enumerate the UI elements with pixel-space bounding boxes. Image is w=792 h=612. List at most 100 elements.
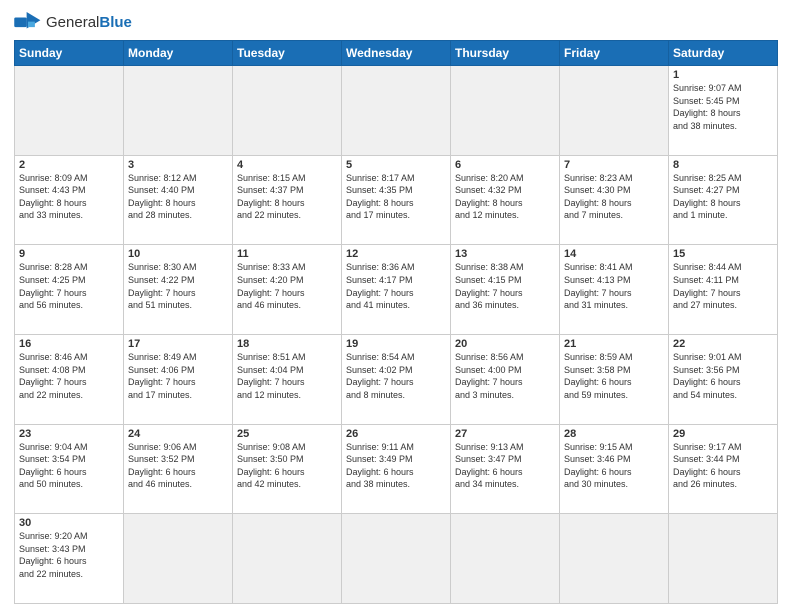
day-info: Sunrise: 9:07 AM Sunset: 5:45 PM Dayligh… <box>673 82 773 132</box>
day-info: Sunrise: 8:33 AM Sunset: 4:20 PM Dayligh… <box>237 261 337 311</box>
calendar-cell: 14Sunrise: 8:41 AM Sunset: 4:13 PM Dayli… <box>560 245 669 335</box>
day-info: Sunrise: 8:23 AM Sunset: 4:30 PM Dayligh… <box>564 172 664 222</box>
day-info: Sunrise: 8:54 AM Sunset: 4:02 PM Dayligh… <box>346 351 446 401</box>
day-info: Sunrise: 9:11 AM Sunset: 3:49 PM Dayligh… <box>346 441 446 491</box>
day-info: Sunrise: 8:12 AM Sunset: 4:40 PM Dayligh… <box>128 172 228 222</box>
day-number: 24 <box>128 428 228 440</box>
day-number: 25 <box>237 428 337 440</box>
day-number: 22 <box>673 338 773 350</box>
calendar-cell: 8Sunrise: 8:25 AM Sunset: 4:27 PM Daylig… <box>669 155 778 245</box>
day-number: 28 <box>564 428 664 440</box>
calendar-cell <box>15 66 124 156</box>
calendar-cell <box>669 514 778 604</box>
calendar-cell: 24Sunrise: 9:06 AM Sunset: 3:52 PM Dayli… <box>124 424 233 514</box>
day-number: 26 <box>346 428 446 440</box>
day-info: Sunrise: 9:06 AM Sunset: 3:52 PM Dayligh… <box>128 441 228 491</box>
day-number: 7 <box>564 159 664 171</box>
day-number: 16 <box>19 338 119 350</box>
day-info: Sunrise: 9:08 AM Sunset: 3:50 PM Dayligh… <box>237 441 337 491</box>
calendar-cell: 12Sunrise: 8:36 AM Sunset: 4:17 PM Dayli… <box>342 245 451 335</box>
calendar-week-row: 30Sunrise: 9:20 AM Sunset: 3:43 PM Dayli… <box>15 514 778 604</box>
logo-text: GeneralBlue <box>46 14 132 32</box>
calendar-cell: 5Sunrise: 8:17 AM Sunset: 4:35 PM Daylig… <box>342 155 451 245</box>
calendar-cell: 28Sunrise: 9:15 AM Sunset: 3:46 PM Dayli… <box>560 424 669 514</box>
calendar-cell: 23Sunrise: 9:04 AM Sunset: 3:54 PM Dayli… <box>15 424 124 514</box>
calendar-cell <box>124 514 233 604</box>
day-info: Sunrise: 8:44 AM Sunset: 4:11 PM Dayligh… <box>673 261 773 311</box>
calendar-cell: 6Sunrise: 8:20 AM Sunset: 4:32 PM Daylig… <box>451 155 560 245</box>
calendar-cell: 20Sunrise: 8:56 AM Sunset: 4:00 PM Dayli… <box>451 334 560 424</box>
day-number: 20 <box>455 338 555 350</box>
calendar-cell: 18Sunrise: 8:51 AM Sunset: 4:04 PM Dayli… <box>233 334 342 424</box>
calendar-cell <box>451 66 560 156</box>
logo: GeneralBlue <box>14 12 132 34</box>
calendar-cell: 22Sunrise: 9:01 AM Sunset: 3:56 PM Dayli… <box>669 334 778 424</box>
calendar-cell: 17Sunrise: 8:49 AM Sunset: 4:06 PM Dayli… <box>124 334 233 424</box>
day-info: Sunrise: 8:28 AM Sunset: 4:25 PM Dayligh… <box>19 261 119 311</box>
day-number: 17 <box>128 338 228 350</box>
day-info: Sunrise: 8:51 AM Sunset: 4:04 PM Dayligh… <box>237 351 337 401</box>
day-number: 6 <box>455 159 555 171</box>
calendar-cell <box>342 514 451 604</box>
day-info: Sunrise: 8:46 AM Sunset: 4:08 PM Dayligh… <box>19 351 119 401</box>
calendar-cell: 4Sunrise: 8:15 AM Sunset: 4:37 PM Daylig… <box>233 155 342 245</box>
day-number: 27 <box>455 428 555 440</box>
day-info: Sunrise: 8:15 AM Sunset: 4:37 PM Dayligh… <box>237 172 337 222</box>
weekday-header-friday: Friday <box>560 41 669 66</box>
day-number: 13 <box>455 248 555 260</box>
day-info: Sunrise: 8:38 AM Sunset: 4:15 PM Dayligh… <box>455 261 555 311</box>
day-info: Sunrise: 8:36 AM Sunset: 4:17 PM Dayligh… <box>346 261 446 311</box>
day-info: Sunrise: 9:13 AM Sunset: 3:47 PM Dayligh… <box>455 441 555 491</box>
day-info: Sunrise: 8:59 AM Sunset: 3:58 PM Dayligh… <box>564 351 664 401</box>
calendar-cell: 9Sunrise: 8:28 AM Sunset: 4:25 PM Daylig… <box>15 245 124 335</box>
day-number: 9 <box>19 248 119 260</box>
calendar-cell <box>560 66 669 156</box>
weekday-header-saturday: Saturday <box>669 41 778 66</box>
calendar-cell: 15Sunrise: 8:44 AM Sunset: 4:11 PM Dayli… <box>669 245 778 335</box>
calendar-cell: 7Sunrise: 8:23 AM Sunset: 4:30 PM Daylig… <box>560 155 669 245</box>
day-number: 14 <box>564 248 664 260</box>
day-info: Sunrise: 9:15 AM Sunset: 3:46 PM Dayligh… <box>564 441 664 491</box>
calendar-cell <box>451 514 560 604</box>
day-number: 29 <box>673 428 773 440</box>
calendar-week-row: 9Sunrise: 8:28 AM Sunset: 4:25 PM Daylig… <box>15 245 778 335</box>
day-number: 5 <box>346 159 446 171</box>
calendar-cell <box>342 66 451 156</box>
calendar-week-row: 16Sunrise: 8:46 AM Sunset: 4:08 PM Dayli… <box>15 334 778 424</box>
calendar-cell <box>124 66 233 156</box>
day-number: 11 <box>237 248 337 260</box>
page: GeneralBlue SundayMondayTuesdayWednesday… <box>0 0 792 612</box>
day-info: Sunrise: 8:49 AM Sunset: 4:06 PM Dayligh… <box>128 351 228 401</box>
calendar-cell: 19Sunrise: 8:54 AM Sunset: 4:02 PM Dayli… <box>342 334 451 424</box>
day-info: Sunrise: 9:17 AM Sunset: 3:44 PM Dayligh… <box>673 441 773 491</box>
calendar-cell: 13Sunrise: 8:38 AM Sunset: 4:15 PM Dayli… <box>451 245 560 335</box>
day-number: 4 <box>237 159 337 171</box>
weekday-header-sunday: Sunday <box>15 41 124 66</box>
weekday-header-tuesday: Tuesday <box>233 41 342 66</box>
day-info: Sunrise: 9:01 AM Sunset: 3:56 PM Dayligh… <box>673 351 773 401</box>
day-number: 19 <box>346 338 446 350</box>
day-info: Sunrise: 8:20 AM Sunset: 4:32 PM Dayligh… <box>455 172 555 222</box>
day-number: 21 <box>564 338 664 350</box>
weekday-header-monday: Monday <box>124 41 233 66</box>
calendar-week-row: 1Sunrise: 9:07 AM Sunset: 5:45 PM Daylig… <box>15 66 778 156</box>
calendar-cell: 21Sunrise: 8:59 AM Sunset: 3:58 PM Dayli… <box>560 334 669 424</box>
calendar-cell: 3Sunrise: 8:12 AM Sunset: 4:40 PM Daylig… <box>124 155 233 245</box>
day-number: 2 <box>19 159 119 171</box>
calendar-cell: 11Sunrise: 8:33 AM Sunset: 4:20 PM Dayli… <box>233 245 342 335</box>
calendar-cell: 2Sunrise: 8:09 AM Sunset: 4:43 PM Daylig… <box>15 155 124 245</box>
weekday-header-wednesday: Wednesday <box>342 41 451 66</box>
calendar-cell: 26Sunrise: 9:11 AM Sunset: 3:49 PM Dayli… <box>342 424 451 514</box>
day-info: Sunrise: 9:20 AM Sunset: 3:43 PM Dayligh… <box>19 530 119 580</box>
calendar-cell: 29Sunrise: 9:17 AM Sunset: 3:44 PM Dayli… <box>669 424 778 514</box>
calendar-week-row: 2Sunrise: 8:09 AM Sunset: 4:43 PM Daylig… <box>15 155 778 245</box>
day-number: 18 <box>237 338 337 350</box>
calendar-cell <box>233 514 342 604</box>
weekday-header-row: SundayMondayTuesdayWednesdayThursdayFrid… <box>15 41 778 66</box>
calendar-cell <box>560 514 669 604</box>
day-number: 3 <box>128 159 228 171</box>
calendar-cell <box>233 66 342 156</box>
day-info: Sunrise: 8:56 AM Sunset: 4:00 PM Dayligh… <box>455 351 555 401</box>
calendar-cell: 30Sunrise: 9:20 AM Sunset: 3:43 PM Dayli… <box>15 514 124 604</box>
day-number: 15 <box>673 248 773 260</box>
